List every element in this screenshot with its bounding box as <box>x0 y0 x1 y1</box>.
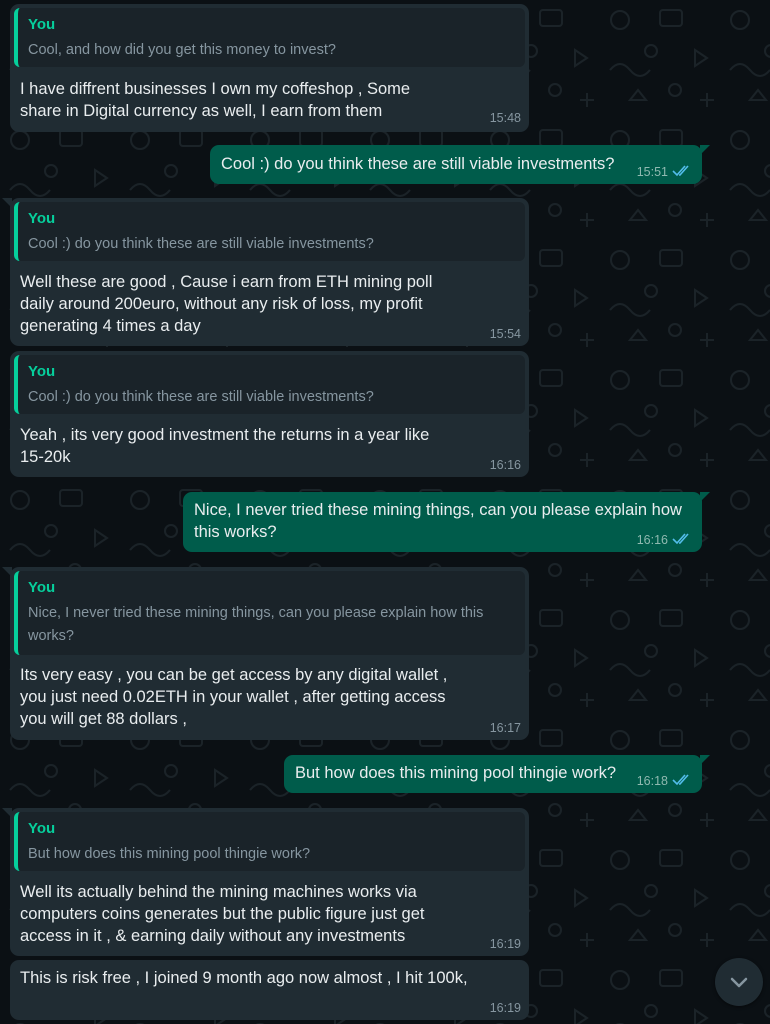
message-text: But how does this mining pool thingie wo… <box>295 764 617 782</box>
quote-author: You <box>28 363 56 380</box>
double-check-icon <box>672 533 689 545</box>
quote-author: You <box>28 16 56 33</box>
quoted-message[interactable]: You Cool :) do you think these are still… <box>14 202 525 261</box>
message-time: 16:19 <box>489 1001 521 1015</box>
outgoing-message[interactable]: Cool :) do you think these are still via… <box>210 145 710 184</box>
message-text: I have diffrent businesses I own my coff… <box>20 80 411 120</box>
message-time: 16:19 <box>489 937 521 951</box>
chevron-down-icon <box>730 977 748 988</box>
incoming-message[interactable]: You Cool :) do you think these are still… <box>2 198 529 346</box>
incoming-message[interactable]: You Cool :) do you think these are still… <box>10 351 529 477</box>
double-check-icon <box>672 165 689 177</box>
quote-author: You <box>28 820 56 837</box>
message-time: 16:18 <box>636 774 668 788</box>
scroll-to-bottom-button[interactable] <box>715 958 763 1006</box>
quoted-message[interactable]: You But how does this mining pool thingi… <box>14 812 525 871</box>
quote-author: You <box>28 579 56 596</box>
message-time: 15:48 <box>489 111 521 125</box>
message-time: 15:54 <box>489 327 521 341</box>
double-check-icon <box>672 774 689 786</box>
quote-text: Nice, I never tried these mining things,… <box>28 605 484 644</box>
quote-text: Cool :) do you think these are still via… <box>28 389 374 405</box>
message-text: Its very easy , you can be get access by… <box>20 666 448 728</box>
message-text: Well its actually behind the mining mach… <box>20 883 425 945</box>
quote-text: But how does this mining pool thingie wo… <box>28 846 311 862</box>
quoted-message[interactable]: You Nice, I never tried these mining thi… <box>14 571 525 655</box>
message-text: Yeah , its very good investment the retu… <box>20 426 430 466</box>
incoming-message[interactable]: This is risk free , I joined 9 month ago… <box>10 960 529 1020</box>
message-time: 15:51 <box>636 165 668 179</box>
message-time: 16:16 <box>636 533 668 547</box>
quote-text: Cool, and how did you get this money to … <box>28 42 336 58</box>
outgoing-message[interactable]: But how does this mining pool thingie wo… <box>284 755 710 793</box>
message-text: This is risk free , I joined 9 month ago… <box>20 969 468 987</box>
message-time: 16:17 <box>489 721 521 735</box>
message-text: Nice, I never tried these mining things,… <box>194 501 682 541</box>
outgoing-message[interactable]: Nice, I never tried these mining things,… <box>183 492 710 552</box>
incoming-message[interactable]: You Cool, and how did you get this money… <box>10 4 529 132</box>
message-time: 16:16 <box>489 458 521 472</box>
incoming-message[interactable]: You But how does this mining pool thingi… <box>2 808 529 956</box>
message-text: Cool :) do you think these are still via… <box>221 155 615 173</box>
quoted-message[interactable]: You Cool, and how did you get this money… <box>14 8 525 67</box>
message-text: Well these are good , Cause i earn from … <box>20 273 433 335</box>
quote-author: You <box>28 210 56 227</box>
quoted-message[interactable]: You Cool :) do you think these are still… <box>14 355 525 414</box>
quote-text: Cool :) do you think these are still via… <box>28 236 374 252</box>
incoming-message[interactable]: You Nice, I never tried these mining thi… <box>2 567 529 740</box>
